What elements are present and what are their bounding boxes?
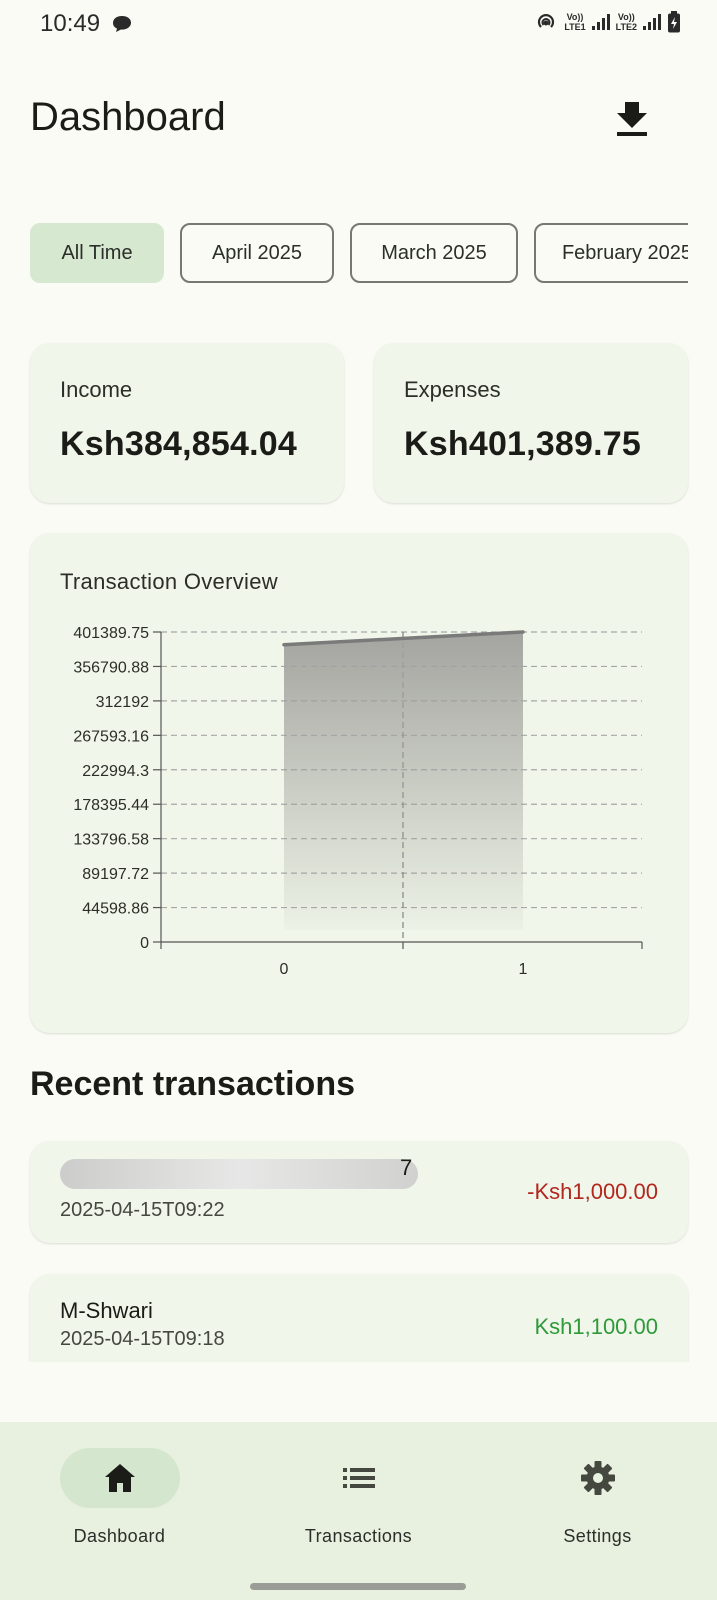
sim2-label: Vo)) LTE2 — [615, 12, 637, 32]
series-area — [284, 632, 523, 930]
bottom-navigation: Dashboard Transactions Settings — [0, 1422, 717, 1600]
income-label: Income — [60, 377, 133, 402]
nav-item-transactions[interactable]: Transactions — [239, 1422, 478, 1552]
transaction-name: M-Shwari — [60, 1298, 153, 1323]
sim2-signal-icon — [643, 14, 661, 30]
battery-charging-icon — [668, 11, 680, 33]
y-tick-label: 0 — [140, 935, 149, 952]
download-button[interactable] — [612, 96, 652, 140]
nav-item-dashboard[interactable]: Dashboard — [0, 1422, 239, 1552]
recent-transactions-title: Recent transactions — [30, 1065, 355, 1103]
status-time: 10:49 — [40, 10, 101, 37]
list-scroll-mask — [0, 1362, 717, 1422]
status-bar: 10:49 Vo)) LTE1 Vo)) LTE2 — [0, 0, 717, 48]
expenses-label: Expenses — [404, 377, 501, 402]
y-tick-label: 222994.3 — [82, 763, 149, 780]
transaction-amount: Ksh1,100.00 — [534, 1314, 658, 1339]
x-tick-label: 0 — [280, 961, 289, 978]
sim1-label: Vo)) LTE1 — [564, 12, 586, 32]
y-tick-label: 89197.72 — [82, 866, 149, 883]
income-card: Income Ksh384,854.04 — [30, 343, 344, 503]
y-tick-label: 267593.16 — [73, 728, 149, 745]
transaction-amount: -Ksh1,000.00 — [527, 1179, 658, 1204]
transaction-item[interactable]: 7 2025-04-15T09:22 -Ksh1,000.00 — [30, 1141, 688, 1243]
chip-march-2025[interactable]: March 2025 — [350, 223, 518, 283]
y-tick-label: 178395.44 — [73, 797, 149, 814]
nav-label-settings: Settings — [563, 1526, 632, 1546]
chip-february-2025[interactable]: February 2025 — [534, 223, 688, 283]
period-filter-chips: All Time April 2025 March 2025 February … — [30, 223, 688, 285]
y-tick-label: 356790.88 — [73, 659, 149, 676]
expenses-card: Expenses Ksh401,389.75 — [374, 343, 688, 503]
gear-icon — [580, 1461, 615, 1495]
chat-notification-icon — [113, 16, 131, 32]
transaction-overview-chart: 401389.75 356790.88 312192 267593.16 222994.… — [73, 625, 643, 978]
chip-all-time[interactable]: All Time — [30, 223, 164, 283]
y-tick-label: 401389.75 — [73, 625, 149, 642]
transaction-name-tail: 7 — [400, 1155, 413, 1180]
list-icon — [342, 1468, 375, 1488]
x-tick-label: 1 — [519, 961, 528, 978]
transaction-overview-card: Transaction Overview 401389.75 356790.88 3… — [30, 533, 688, 1033]
nav-label-transactions: Transactions — [304, 1526, 413, 1546]
gesture-handle — [250, 1583, 466, 1590]
hotspot-icon — [538, 14, 555, 28]
y-tick-label: 312192 — [96, 694, 149, 711]
status-indicators: Vo)) LTE1 Vo)) LTE2 — [534, 10, 681, 34]
download-icon — [617, 102, 647, 136]
expenses-value: Ksh401,389.75 — [404, 425, 641, 463]
nav-item-settings[interactable]: Settings — [478, 1422, 717, 1552]
redacted-name — [60, 1159, 418, 1189]
page-title: Dashboard — [30, 95, 226, 139]
y-tick-label: 44598.86 — [82, 901, 149, 918]
nav-label-dashboard: Dashboard — [73, 1526, 166, 1546]
sim1-signal-icon — [591, 14, 610, 30]
income-value: Ksh384,854.04 — [60, 425, 297, 463]
transaction-date: 2025-04-15T09:22 — [60, 1199, 225, 1221]
y-tick-label: 133796.58 — [73, 832, 149, 849]
chip-april-2025[interactable]: April 2025 — [180, 223, 334, 283]
home-icon — [104, 1464, 135, 1492]
transaction-date: 2025-04-15T09:18 — [60, 1328, 225, 1350]
